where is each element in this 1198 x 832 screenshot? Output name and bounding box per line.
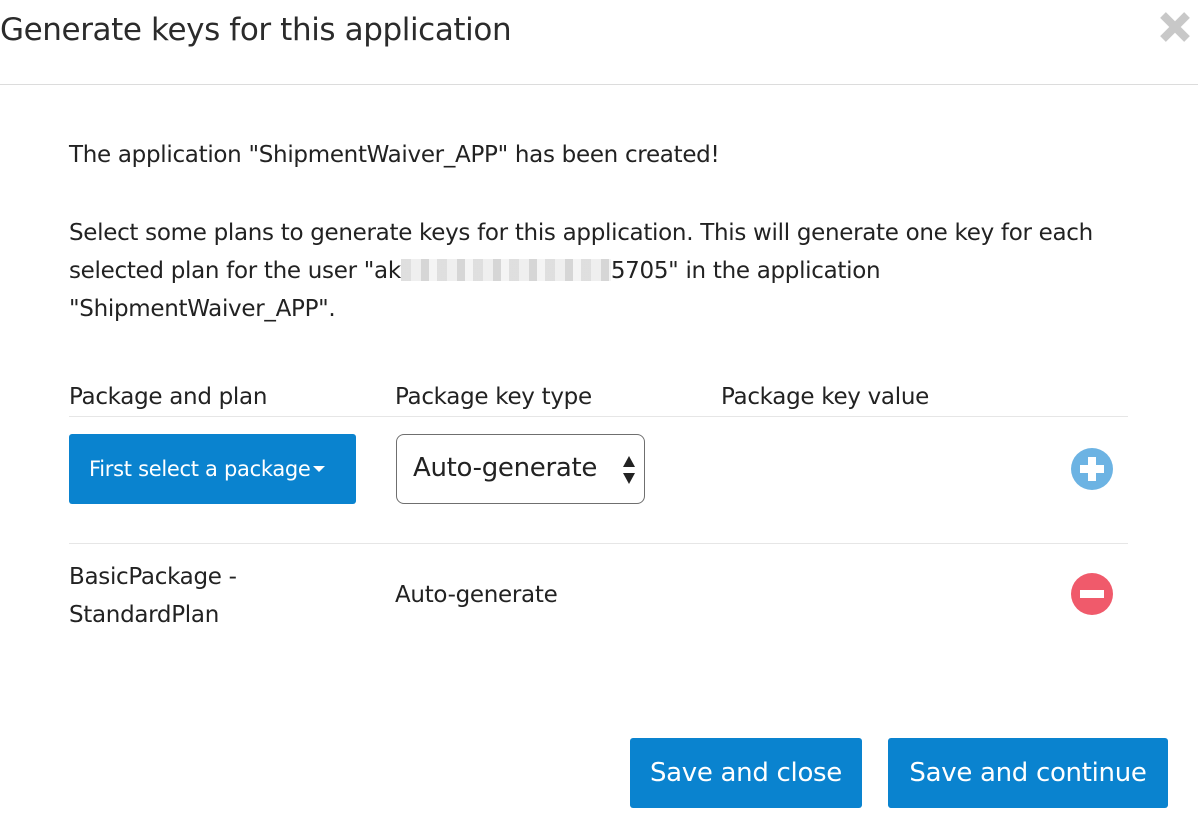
instructions-message: Select some plans to generate keys for t… bbox=[69, 214, 1149, 328]
remove-plan-button[interactable] bbox=[1071, 573, 1113, 615]
plus-circle-icon bbox=[1071, 448, 1113, 490]
table-divider bbox=[69, 416, 1128, 417]
dialog-title: Generate keys for this application bbox=[0, 12, 512, 48]
column-header-key-value: Package key value bbox=[721, 384, 929, 410]
add-plan-button[interactable] bbox=[1071, 448, 1113, 490]
column-header-package-plan: Package and plan bbox=[69, 384, 268, 410]
column-header-key-type: Package key type bbox=[395, 384, 592, 410]
save-and-close-button[interactable]: Save and close bbox=[630, 738, 862, 808]
close-icon bbox=[1160, 12, 1190, 42]
created-message: The application "ShipmentWaiver_APP" has… bbox=[69, 142, 720, 168]
key-type-select[interactable]: Auto-generate bbox=[396, 434, 645, 504]
minus-circle-icon bbox=[1071, 573, 1113, 615]
redacted-username bbox=[400, 259, 611, 281]
table-divider bbox=[69, 543, 1128, 544]
save-and-continue-button[interactable]: Save and continue bbox=[888, 738, 1168, 808]
generate-keys-dialog: Generate keys for this application The a… bbox=[0, 0, 1198, 832]
row-key-type: Auto-generate bbox=[395, 582, 558, 608]
select-package-button[interactable]: First select a package bbox=[69, 434, 356, 504]
caret-down-icon bbox=[312, 466, 325, 472]
select-package-label: First select a package bbox=[89, 457, 311, 481]
key-type-select-value: Auto-generate bbox=[413, 453, 598, 483]
close-button[interactable] bbox=[1156, 8, 1194, 46]
row-package-plan: BasicPackage - StandardPlan bbox=[69, 564, 237, 628]
select-arrows-icon bbox=[623, 456, 635, 484]
dialog-header: Generate keys for this application bbox=[0, 0, 1198, 85]
